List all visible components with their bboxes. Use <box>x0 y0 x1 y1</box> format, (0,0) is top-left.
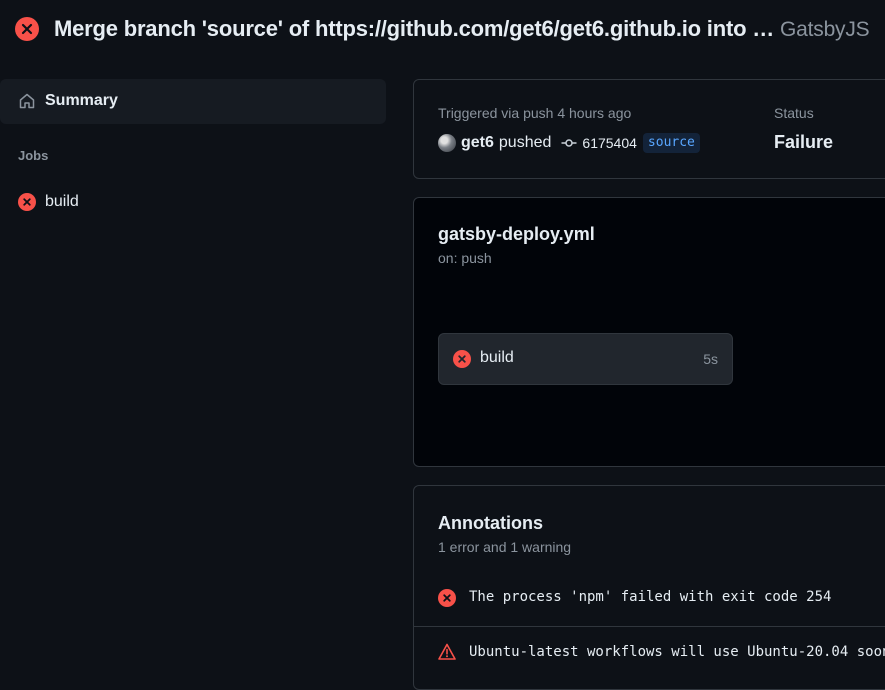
failure-icon <box>15 17 39 41</box>
workflow-name-link[interactable]: GatsbyJS <box>780 18 870 41</box>
workflow-file-name: gatsby-deploy.yml <box>438 224 595 244</box>
x-circle-fill-icon <box>453 350 471 368</box>
workflow-trigger: on: push <box>438 250 492 266</box>
annotation-error[interactable]: The process 'npm' failed with exit code … <box>414 572 885 624</box>
status-value: Failure <box>774 132 834 152</box>
actor-link[interactable]: get6 <box>461 134 494 152</box>
annotation-message: The process 'npm' failed with exit code … <box>469 589 832 605</box>
job-duration: 5s <box>703 351 718 367</box>
sidebar-item-summary[interactable]: Summary <box>0 79 386 124</box>
commit-message: Merge branch 'source' of https://github.… <box>54 16 775 41</box>
commit-icon <box>561 139 577 147</box>
run-header: Merge branch 'source' of https://github.… <box>0 0 885 58</box>
annotations-card: Annotations 1 error and 1 warning The pr… <box>413 485 885 690</box>
alert-icon <box>438 643 456 660</box>
push-info: get6 pushed 6175404 source <box>438 132 700 154</box>
sidebar-job-label: build <box>45 193 79 210</box>
annotation-warning[interactable]: Ubuntu-latest workflows will use Ubuntu-… <box>414 626 885 678</box>
workflow-graph-card: gatsby-deploy.yml on: push build 5s <box>413 197 885 467</box>
run-title: Merge branch 'source' of https://github.… <box>54 16 870 42</box>
job-label: build <box>480 349 514 366</box>
annotations-title: Annotations <box>438 513 543 533</box>
status-label: Status <box>774 105 814 121</box>
annotation-message: Ubuntu-latest workflows will use Ubuntu-… <box>469 644 885 660</box>
push-action: pushed <box>498 134 552 151</box>
sidebar-job-build[interactable]: build <box>0 185 386 219</box>
run-summary-card: Triggered via push 4 hours ago get6 push… <box>413 79 885 179</box>
branch-badge[interactable]: source <box>642 133 700 153</box>
annotations-subtitle: 1 error and 1 warning <box>438 539 572 555</box>
jobs-heading: Jobs <box>18 148 49 163</box>
commit-sha-link[interactable]: 6175404 <box>582 135 637 151</box>
x-circle-fill-icon <box>438 589 456 607</box>
avatar[interactable] <box>438 134 456 152</box>
home-icon <box>19 93 35 109</box>
sidebar-item-label: Summary <box>45 92 118 109</box>
workflow-job-build[interactable]: build 5s <box>438 333 733 385</box>
x-circle-fill-icon <box>18 193 36 211</box>
trigger-text: Triggered via push 4 hours ago <box>438 105 632 121</box>
